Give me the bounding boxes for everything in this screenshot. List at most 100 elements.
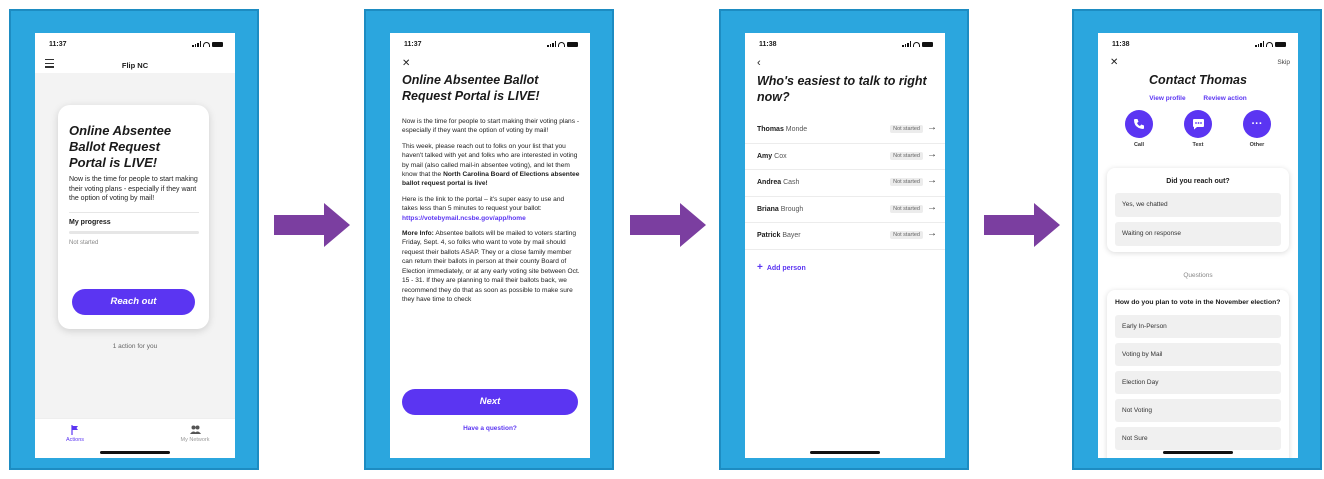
contact-links: View profile Review action [1098, 95, 1298, 102]
question-card: How do you plan to vote in the November … [1107, 290, 1289, 458]
person-name: Briana Brough [757, 206, 803, 213]
status-time: 11:37 [404, 41, 422, 48]
questions-heading: Questions [1183, 272, 1213, 279]
status-time: 11:38 [759, 41, 777, 48]
people-icon [160, 425, 230, 435]
plus-icon: + [757, 262, 763, 273]
signal-icon [1255, 41, 1264, 47]
first-name: Andrea [757, 179, 782, 186]
answer-option[interactable]: Not Sure [1115, 426, 1281, 450]
flag-icon [40, 425, 110, 435]
call-label: Call [1133, 142, 1145, 148]
flow-arrow-icon [984, 203, 1060, 247]
progress-bar [69, 230, 199, 234]
answer-option[interactable]: Early In-Person [1115, 314, 1281, 338]
status-badge: Not started [890, 231, 923, 239]
status-bar: 11:37 [390, 41, 590, 53]
wifi-icon [203, 41, 210, 47]
app-title: Flip NC [121, 61, 149, 70]
answer-option[interactable]: Voting by Mail [1115, 342, 1281, 366]
answer-option[interactable]: Election Day [1115, 370, 1281, 394]
skip-button[interactable]: Skip [1277, 59, 1290, 66]
status-time: 11:38 [1112, 41, 1130, 48]
battery-icon [212, 41, 223, 47]
list-item[interactable]: Amy Cox Not started → [745, 144, 945, 170]
close-icon[interactable]: ✕ [1110, 57, 1118, 68]
home-indicator [100, 451, 170, 454]
home-indicator [1163, 451, 1233, 454]
person-name: Thomas Monde [757, 126, 807, 133]
tab-actions[interactable]: Actions [40, 425, 110, 443]
action-card-body: Now is the time for people to start maki… [69, 176, 198, 203]
arrow-right-icon: → [927, 175, 937, 186]
next-button[interactable]: Next [402, 389, 578, 415]
status-bar: 11:37 [35, 41, 235, 53]
status-badge: Not started [890, 204, 923, 213]
close-icon[interactable]: ✕ [402, 58, 410, 69]
phone-screen-actions: 11:37 Flip NC Online Absentee Ballot Req… [35, 33, 235, 458]
signal-icon [902, 41, 911, 47]
reach-out-title: Did you reach out? [1166, 178, 1230, 185]
tab-bar: Actions My Network [35, 418, 235, 458]
other-button[interactable]: ··· Other [1237, 110, 1277, 148]
list-item[interactable]: Patrick Bayer Not started → [745, 223, 945, 250]
more-icon: ··· [1243, 110, 1271, 138]
phone-screen-action-detail: 11:37 ✕ Online Absentee Ballot Request P… [390, 33, 590, 458]
list-item[interactable]: Thomas Monde Not started → [745, 117, 945, 144]
signal-icon [547, 41, 556, 47]
person-name: Amy Cox [757, 153, 787, 160]
list-item[interactable]: Andrea Cash Not started → [745, 170, 945, 197]
battery-icon [567, 41, 578, 47]
portal-link[interactable]: https://votebymail.ncsbe.gov/app/home [402, 215, 526, 222]
arrow-right-icon: → [927, 228, 937, 239]
paragraph: This week, please reach out to folks on … [402, 142, 581, 189]
screenshot-frame-1: 11:37 Flip NC Online Absentee Ballot Req… [9, 9, 259, 470]
divider [69, 211, 199, 213]
phone-screen-contact: 11:38 ✕ Skip Contact Thomas View profile… [1098, 33, 1298, 458]
last-name: Monde [785, 126, 808, 133]
reach-out-card: Did you reach out? Yes, we chatted Waiti… [1107, 168, 1289, 252]
text-button[interactable]: Text [1178, 110, 1218, 148]
list-item[interactable]: Briana Brough Not started → [745, 197, 945, 223]
tab-my-network[interactable]: My Network [160, 425, 230, 443]
app-header: Flip NC [35, 59, 235, 73]
actions-count: 1 action for you [112, 343, 158, 350]
people-list: Thomas Monde Not started → Amy Cox Not s… [745, 117, 945, 250]
page-title: Who's easiest to talk to right now? [757, 74, 927, 104]
question-text: How do you plan to vote in the November … [1115, 299, 1281, 306]
status-bar: 11:38 [745, 41, 945, 53]
reach-out-option[interactable]: Yes, we chatted [1115, 193, 1281, 217]
action-card[interactable]: Online Absentee Ballot Request Portal is… [58, 105, 209, 329]
paragraph: Here is the link to the portal – it's su… [402, 195, 581, 223]
have-a-question-link[interactable]: Have a question? [390, 425, 590, 432]
status-time: 11:37 [49, 41, 67, 48]
reach-out-option[interactable]: Waiting on response [1115, 222, 1281, 246]
battery-icon [1275, 41, 1286, 47]
back-icon[interactable]: ‹ [757, 57, 761, 69]
flow-arrow-icon [274, 203, 350, 247]
review-action-link[interactable]: Review action [1203, 95, 1246, 102]
progress-label: My progress [69, 218, 111, 226]
tab-actions-label: Actions [65, 437, 85, 443]
arrow-right-icon: → [927, 148, 937, 160]
text-label: Text [1192, 142, 1204, 148]
phone-screen-choose-person: 11:38 ‹ Who's easiest to talk to right n… [745, 33, 945, 458]
battery-icon [922, 41, 933, 47]
view-profile-link[interactable]: View profile [1149, 95, 1185, 102]
wifi-icon [913, 41, 920, 47]
arrow-right-icon: → [927, 201, 937, 213]
status-badge: Not started [890, 125, 923, 133]
status-bar: 11:38 [1098, 41, 1298, 53]
page-title: Online Absentee Ballot Request Portal is… [402, 73, 540, 103]
add-person-button[interactable]: + Add person [757, 262, 806, 273]
first-name: Thomas [757, 126, 784, 133]
answer-option[interactable]: Not Voting [1115, 398, 1281, 422]
page-title: Contact Thomas [1149, 73, 1247, 87]
status-badge: Not started [890, 151, 923, 160]
status-badge: Not started [890, 178, 923, 186]
reach-out-button[interactable]: Reach out [72, 289, 195, 315]
call-button[interactable]: Call [1119, 110, 1159, 148]
first-name: Briana [757, 205, 779, 213]
first-name: Patrick [757, 232, 781, 239]
last-name: Cash [783, 179, 800, 186]
